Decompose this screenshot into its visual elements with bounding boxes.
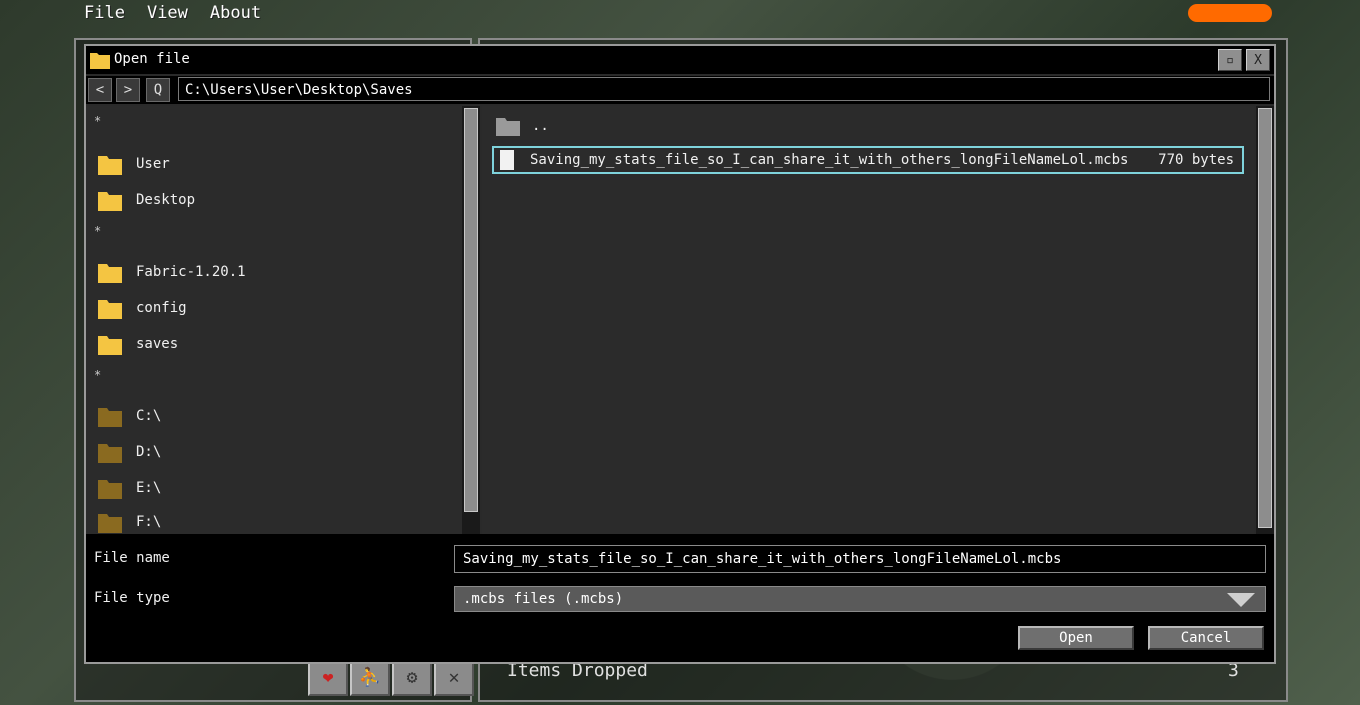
menu-file[interactable]: File <box>84 3 125 23</box>
open-button[interactable]: Open <box>1018 626 1134 650</box>
sidebar-separator: * <box>94 114 102 128</box>
sidebar-scrollbar-thumb[interactable] <box>464 108 478 512</box>
file-icon <box>500 150 514 170</box>
sidebar-item-drive-e[interactable]: E:\ <box>98 474 161 502</box>
file-name-label: File name <box>94 550 170 566</box>
file-type-label: File type <box>94 590 170 606</box>
file-type-value: .mcbs files (.mcbs) <box>463 591 624 607</box>
sidebar-item-label: saves <box>136 336 179 352</box>
sidebar-item-label: C:\ <box>136 408 162 424</box>
dropdown-arrow-icon[interactable] <box>1227 593 1255 607</box>
drive-folder-icon <box>98 514 122 533</box>
sidebar-item-label: F:\ <box>136 514 162 530</box>
refresh-button[interactable]: Q <box>146 78 170 102</box>
dialog-title-bar[interactable]: Open file ▫ X <box>86 46 1274 74</box>
folder-icon <box>98 156 122 175</box>
sidebar-item-desktop[interactable]: Desktop <box>98 186 195 214</box>
maximize-button[interactable]: ▫ <box>1218 49 1242 71</box>
sidebar-item-fabric[interactable]: Fabric-1.20.1 <box>98 258 246 286</box>
sidebar-separator: * <box>94 224 102 238</box>
sidebar-item-drive-f[interactable]: F:\ <box>98 510 161 534</box>
forward-icon: > <box>123 82 133 98</box>
back-icon: < <box>95 82 105 98</box>
drive-folder-icon <box>98 444 122 463</box>
refresh-icon: Q <box>153 82 163 98</box>
dialog-title: Open file <box>114 51 190 67</box>
sidebar-item-drive-c[interactable]: C:\ <box>98 402 161 430</box>
file-list-scrollbar-thumb[interactable] <box>1258 108 1272 528</box>
status-pill[interactable] <box>1188 4 1272 22</box>
sidebar-item-label: E:\ <box>136 480 162 496</box>
sidebar-item-config[interactable]: config <box>98 294 187 322</box>
file-name: .. <box>532 118 549 134</box>
file-size: 770 bytes <box>1158 152 1234 168</box>
parent-folder-icon <box>496 118 520 136</box>
file-name-input[interactable]: Saving_my_stats_file_so_I_can_share_it_w… <box>454 545 1266 573</box>
back-button[interactable]: < <box>88 78 112 102</box>
maximize-icon: ▫ <box>1226 52 1234 68</box>
drive-folder-icon <box>98 408 122 427</box>
folder-icon <box>98 192 122 211</box>
file-list: .. Saving_my_stats_file_so_I_can_share_i… <box>482 106 1254 534</box>
sidebar-item-saves[interactable]: saves <box>98 330 178 358</box>
path-input[interactable]: C:\Users\User\Desktop\Saves <box>178 77 1270 101</box>
menu-view[interactable]: View <box>147 3 188 23</box>
folder-icon <box>98 300 122 319</box>
file-name: Saving_my_stats_file_so_I_can_share_it_w… <box>530 152 1129 168</box>
file-row-selected[interactable]: Saving_my_stats_file_so_I_can_share_it_w… <box>492 146 1244 174</box>
sidebar-item-label: Desktop <box>136 192 196 208</box>
close-button[interactable]: X <box>1246 49 1270 71</box>
sidebar-item-label: User <box>136 156 170 172</box>
cancel-button[interactable]: Cancel <box>1148 626 1264 650</box>
folder-icon <box>90 53 110 69</box>
dialog-footer: File name Saving_my_stats_file_so_I_can_… <box>86 534 1274 662</box>
navigation-bar: < > Q C:\Users\User\Desktop\Saves <box>86 76 1274 104</box>
drive-folder-icon <box>98 480 122 499</box>
file-list-scrollbar[interactable] <box>1256 106 1274 534</box>
folder-icon <box>98 336 122 355</box>
file-type-select[interactable]: .mcbs files (.mcbs) <box>454 586 1266 612</box>
sidebar-separator: * <box>94 368 102 382</box>
sidebar-item-label: D:\ <box>136 444 162 460</box>
file-row-parent[interactable]: .. <box>492 112 1244 140</box>
menu-about[interactable]: About <box>210 3 261 23</box>
sidebar-scrollbar[interactable] <box>462 106 480 534</box>
open-file-dialog: Open file ▫ X < > Q C:\Users\User\Deskto… <box>84 44 1276 664</box>
sidebar-item-drive-d[interactable]: D:\ <box>98 438 161 466</box>
sidebar-item-user[interactable]: User <box>98 150 170 178</box>
folder-icon <box>98 264 122 283</box>
forward-button[interactable]: > <box>116 78 140 102</box>
sidebar: * User Desktop * Fabric-1.20.1 config sa… <box>86 106 462 534</box>
top-menu-bar: File View About <box>0 0 261 26</box>
sidebar-item-label: config <box>136 300 187 316</box>
close-icon: X <box>1254 52 1262 68</box>
sidebar-item-label: Fabric-1.20.1 <box>136 264 246 280</box>
